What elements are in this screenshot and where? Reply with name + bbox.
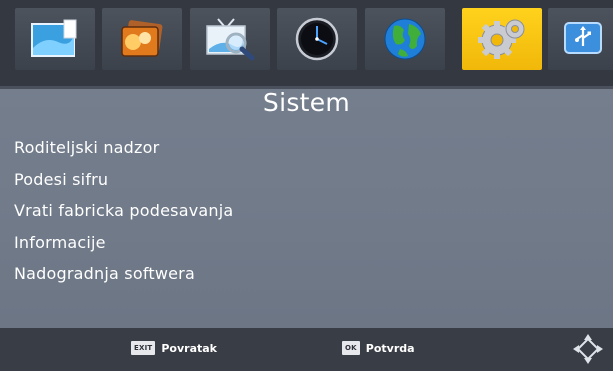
usb-icon [561,19,607,59]
tab-media[interactable] [15,8,95,70]
page-title: Sistem [262,88,351,117]
back-hint[interactable]: EXIT Povratak [131,341,217,355]
gears-icon [475,14,529,64]
exit-key-badge: EXIT [131,341,156,355]
navigation-diamond-icon [572,333,604,365]
tab-time[interactable] [277,8,357,70]
picture-frame-icon [30,18,80,60]
system-menu-screen: Sistem Roditeljski nadzor Podesi sifru V… [0,0,613,371]
tab-channel-search[interactable] [190,8,270,70]
tab-system[interactable] [462,8,542,70]
tab-language[interactable] [365,8,445,70]
tab-photos[interactable] [102,8,182,70]
ok-hint-label: Potvrda [365,341,415,355]
menu-item-factory-reset[interactable]: Vrati fabricka podesavanja [14,195,233,227]
ok-key-badge: OK [342,341,360,355]
system-menu-list: Roditeljski nadzor Podesi sifru Vrati fa… [14,132,233,290]
menu-item-information[interactable]: Informacije [14,227,233,259]
menu-item-parental-control[interactable]: Roditeljski nadzor [14,132,233,164]
tab-usb[interactable] [548,8,613,70]
ok-hint[interactable]: OK Potvrda [342,341,415,355]
photo-stack-icon [117,18,167,60]
menu-item-set-password[interactable]: Podesi sifru [14,164,233,196]
globe-icon [382,16,428,62]
clock-icon [294,16,340,62]
back-hint-label: Povratak [161,341,217,355]
category-icon-bar [0,0,613,89]
footer-hint-bar: EXIT Povratak OK Potvrda [0,328,613,371]
tv-search-icon [204,17,256,61]
menu-item-software-upgrade[interactable]: Nadogradnja softwera [14,258,233,290]
